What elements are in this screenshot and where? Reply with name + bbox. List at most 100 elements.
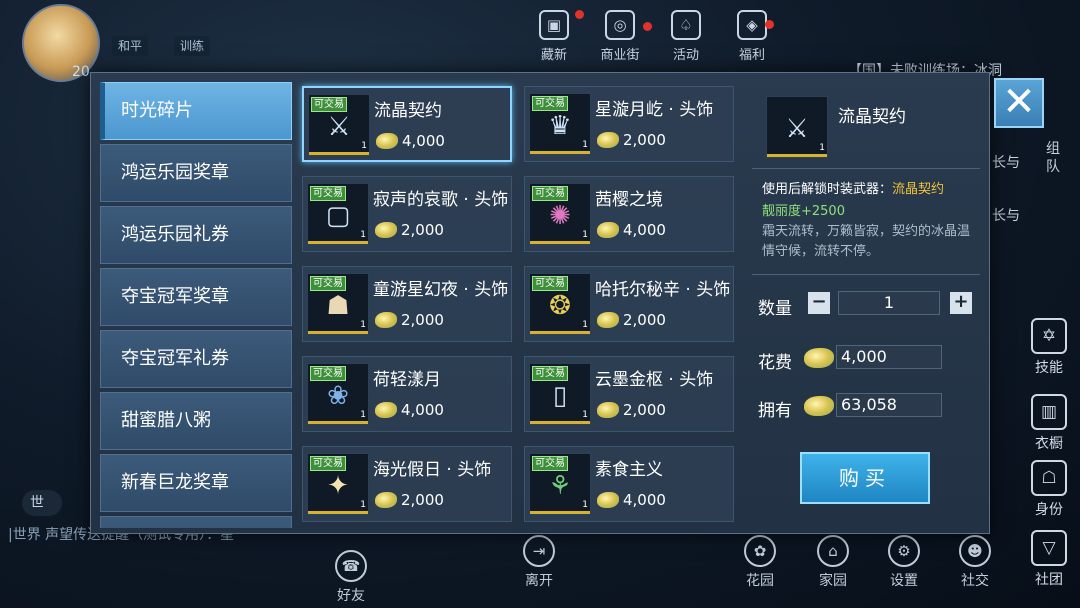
item-card[interactable]: 可交易 ♛ 1 星漩月屹 · 头饰 2,000 xyxy=(524,86,734,162)
mask-icon: ♛ xyxy=(548,111,572,141)
item-price: 2,000 xyxy=(375,311,444,329)
item-card[interactable]: 可交易 ✺ 1 茜樱之境 4,000 xyxy=(524,176,734,252)
gift-box-icon: ▣ xyxy=(539,10,569,40)
wardrobe-button[interactable]: ▥ 衣橱 xyxy=(1024,394,1074,453)
wardrobe-icon: ▥ xyxy=(1031,394,1067,430)
item-card[interactable]: 可交易 ⚔ 1 流晶契约 4,000 xyxy=(302,86,512,162)
dragon-icon: ☗ xyxy=(326,291,350,321)
shell-icon: ✦ xyxy=(327,471,349,501)
coin-icon xyxy=(375,312,397,328)
lotus-icon: ❀ xyxy=(327,381,349,411)
balloon-icon: ♤ xyxy=(671,10,701,40)
tab-treasure-champion-coupon[interactable]: 夺宝冠军礼券 xyxy=(100,330,292,388)
tradeable-badge: 可交易 xyxy=(532,366,568,381)
detail-thumbnail: ⚔ 1 xyxy=(766,96,828,158)
item-card[interactable]: 可交易 ⚘ 1 素食主义 4,000 xyxy=(524,446,734,522)
guild-button[interactable]: ▽ 社团 xyxy=(1024,530,1074,589)
category-tabs: 时光碎片 鸿运乐园奖章 鸿运乐园礼券 夺宝冠军奖章 夺宝冠军礼券 甜蜜腊八粥 新… xyxy=(100,82,292,528)
item-thumbnail: 可交易 ⚘ 1 xyxy=(529,453,591,515)
notification-dot xyxy=(643,22,652,31)
item-name: 素食主义 xyxy=(595,460,663,480)
item-card[interactable]: 可交易 ✦ 1 海光假日 · 头饰 2,000 xyxy=(302,446,512,522)
coin-icon xyxy=(375,492,397,508)
item-thumbnail: 可交易 ☗ 1 xyxy=(307,273,369,335)
owned-value: 63,058 xyxy=(836,393,942,417)
coin-icon xyxy=(597,312,619,328)
top-menu-street[interactable]: ◎ 商业街 xyxy=(598,10,642,63)
top-menu-welfare[interactable]: ◈ 福利 xyxy=(730,10,774,63)
coin-icon xyxy=(597,402,619,418)
tab-lucky-park-medal[interactable]: 鸿运乐园奖章 xyxy=(100,144,292,202)
tab-laba-congee[interactable]: 甜蜜腊八粥 xyxy=(100,392,292,450)
item-name: 海光假日 · 头饰 xyxy=(373,460,492,480)
world-channel-button[interactable]: 世 xyxy=(22,490,62,516)
id-card-icon: ☖ xyxy=(1031,460,1067,496)
cart-icon: ◎ xyxy=(605,10,635,40)
home-button[interactable]: ⌂ 家园 xyxy=(808,535,858,590)
tab-more[interactable] xyxy=(100,516,292,528)
task-text: 长与 xyxy=(992,155,1020,171)
sparkle-icon: ✺ xyxy=(549,201,571,231)
item-price: 2,000 xyxy=(597,131,666,149)
social-button[interactable]: ☻ 社交 xyxy=(950,535,1000,590)
notification-dot xyxy=(575,10,584,19)
item-thumbnail: 可交易 ✺ 1 xyxy=(529,183,591,245)
coin-icon xyxy=(597,222,619,238)
tab-lucky-park-coupon[interactable]: 鸿运乐园礼券 xyxy=(100,206,292,264)
leave-button[interactable]: ⇥ 离开 xyxy=(514,535,564,590)
leaf-sword-icon: ⚘ xyxy=(548,471,572,501)
peace-mode-tag[interactable]: 和平 xyxy=(112,36,149,56)
coin-icon xyxy=(376,133,398,149)
coin-icon xyxy=(804,396,834,416)
item-price: 2,000 xyxy=(597,311,666,329)
divider xyxy=(752,168,980,169)
item-card[interactable]: 可交易 ▢ 1 寂声的哀歌 · 头饰 2,000 xyxy=(302,176,512,252)
coin-icon xyxy=(597,132,619,148)
train-mode-tag[interactable]: 训练 xyxy=(174,36,211,56)
cost-label: 花费 xyxy=(758,353,792,373)
detail-flavor-text: 霜天流转，万籁皆寂，契约的冰晶温情守候，流转不停。 xyxy=(762,224,971,259)
tab-time-fragments[interactable]: 时光碎片 xyxy=(100,82,292,140)
coin-icon xyxy=(375,222,397,238)
task-text: 长与 xyxy=(992,208,1020,224)
player-level: 20 xyxy=(72,64,90,80)
tradeable-badge: 可交易 xyxy=(532,186,568,201)
ornament-icon: ❂ xyxy=(549,291,571,321)
tradeable-badge: 可交易 xyxy=(310,456,346,471)
tab-spring-dragon-medal[interactable]: 新春巨龙奖章 xyxy=(100,454,292,512)
team-tab[interactable]: 组队 xyxy=(1046,140,1066,176)
quantity-input[interactable]: 1 xyxy=(838,291,940,315)
buy-button[interactable]: 购买 xyxy=(800,452,930,504)
top-menu-events[interactable]: ♤ 活动 xyxy=(664,10,708,63)
item-card[interactable]: 可交易 ❂ 1 哈托尔秘辛 · 头饰 2,000 xyxy=(524,266,734,342)
tradeable-badge: 可交易 xyxy=(532,96,568,111)
detail-item-name: 流晶契约 xyxy=(838,107,906,127)
item-price: 4,000 xyxy=(597,221,666,239)
tradeable-badge: 可交易 xyxy=(310,366,346,381)
item-card[interactable]: 可交易 ☗ 1 童游星幻夜 · 头饰 2,000 xyxy=(302,266,512,342)
people-icon: ☻ xyxy=(959,535,991,567)
item-card[interactable]: 可交易 ❀ 1 荷轻漾月 4,000 xyxy=(302,356,512,432)
door-icon: ▯ xyxy=(552,381,568,411)
identity-button[interactable]: ☖ 身份 xyxy=(1024,460,1074,519)
close-button[interactable]: ✕ xyxy=(994,78,1044,128)
quantity-minus-button[interactable]: − xyxy=(808,292,830,314)
star-of-david-icon: ✡ xyxy=(1031,318,1067,354)
detail-beauty-bonus: 靓丽度+2500 xyxy=(762,204,845,219)
item-name: 哈托尔秘辛 · 头饰 xyxy=(595,280,731,300)
house-icon: ⌂ xyxy=(817,535,849,567)
top-menu-new[interactable]: ▣ 藏新 xyxy=(532,10,576,63)
friends-button[interactable]: ☎ 好友 xyxy=(326,550,376,605)
quantity-plus-button[interactable]: + xyxy=(950,292,972,314)
skills-button[interactable]: ✡ 技能 xyxy=(1024,318,1074,377)
tradeable-badge: 可交易 xyxy=(310,186,346,201)
tab-treasure-champion-medal[interactable]: 夺宝冠军奖章 xyxy=(100,268,292,326)
flower-icon: ✿ xyxy=(744,535,776,567)
settings-button[interactable]: ⚙ 设置 xyxy=(879,535,929,590)
item-name: 云墨金枢 · 头饰 xyxy=(595,370,714,390)
garden-button[interactable]: ✿ 花园 xyxy=(735,535,785,590)
item-card[interactable]: 可交易 ▯ 1 云墨金枢 · 头饰 2,000 xyxy=(524,356,734,432)
exit-door-icon: ⇥ xyxy=(523,535,555,567)
tradeable-badge: 可交易 xyxy=(532,276,568,291)
item-thumbnail: 可交易 ▯ 1 xyxy=(529,363,591,425)
